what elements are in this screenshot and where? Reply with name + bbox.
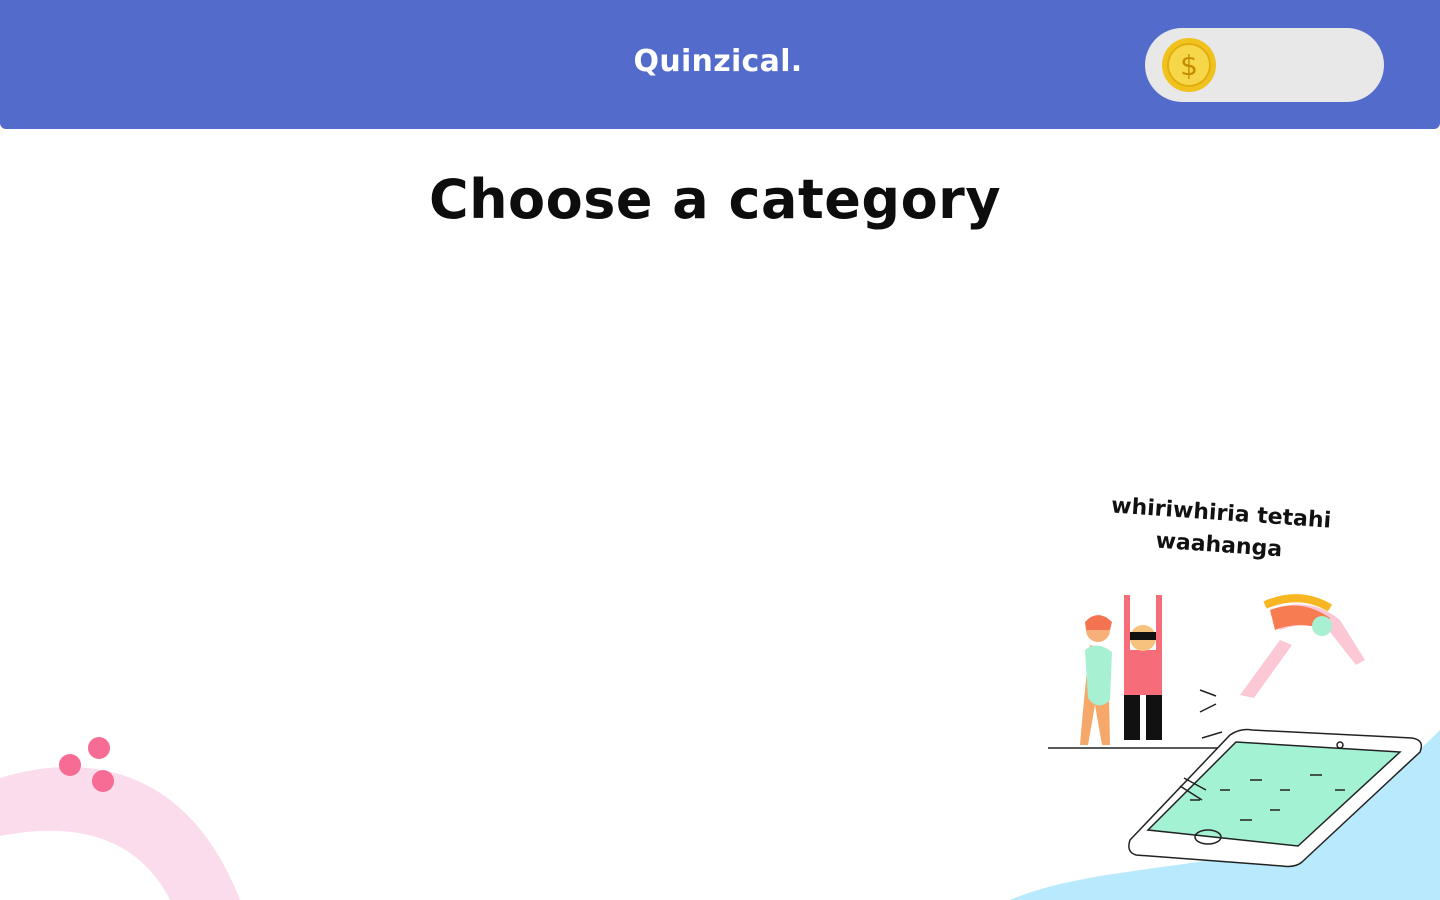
decorative-pink-arc xyxy=(0,737,240,900)
person-diving xyxy=(1240,594,1365,698)
page-title: Choose a category xyxy=(428,168,1002,231)
person-left xyxy=(1080,615,1112,745)
person-middle xyxy=(1124,595,1162,740)
coin-balance-pill: $ xyxy=(1145,28,1384,102)
app-header: Quinzical. $ xyxy=(0,0,1440,129)
svg-text:$: $ xyxy=(1180,49,1198,82)
dollar-coin-icon: $ xyxy=(1162,38,1216,92)
